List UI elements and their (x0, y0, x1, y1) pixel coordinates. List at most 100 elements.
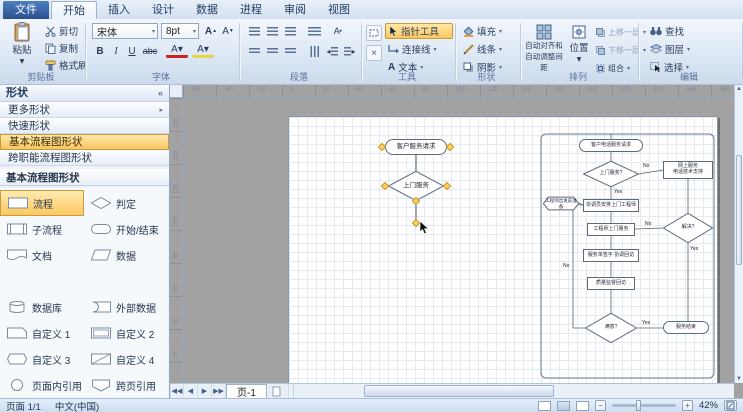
dropdown-caret-icon: ▾ (204, 44, 209, 55)
align-top-button[interactable] (246, 43, 262, 59)
tab-data[interactable]: 数据 (185, 1, 229, 19)
zoom-slider[interactable] (612, 404, 676, 407)
horizontal-scrollbar[interactable] (293, 384, 734, 398)
language-indicator[interactable]: 中文(中国) (55, 399, 99, 412)
last-page-button[interactable]: ▶▶ (212, 384, 226, 398)
page-indicator[interactable]: 页面 1/1 (6, 399, 41, 412)
shape-item-custom-3[interactable]: 自定义 3 (0, 346, 84, 372)
tab-process[interactable]: 进程 (229, 1, 273, 19)
shape-item-document[interactable]: 文档 (0, 242, 84, 268)
character-spacing-button[interactable]: A▸ (330, 23, 346, 39)
connection-point-button[interactable]: × (366, 45, 382, 61)
shape-item-decision[interactable]: 判定 (84, 190, 168, 216)
first-page-button[interactable]: ◀◀ (170, 384, 184, 398)
zoom-in-button[interactable]: + (682, 400, 693, 411)
shape-item-offpage-ref[interactable]: 跨页引用 (84, 372, 168, 398)
drawing-tools-button[interactable] (366, 25, 382, 41)
flowchart-node-signoff[interactable]: 服务单签字 协调回访 (583, 249, 639, 262)
shrink-font-button[interactable]: A▼ (220, 23, 236, 39)
strikethrough-button[interactable]: abc (140, 43, 160, 59)
stencil-cross-functional[interactable]: 跨职能流程图形状 (0, 150, 169, 166)
flowchart-node-dispatch[interactable]: 协调员安排上门工程师 (583, 199, 639, 212)
drawing-page[interactable]: 客户电话服务请求 上门服务? 网上服务 电话技术支持 协调员安排上门工程师 工程… (288, 116, 718, 383)
grow-font-button[interactable]: A▲ (203, 23, 219, 39)
connector-tool-button[interactable]: 连接线▾ (385, 41, 453, 57)
shape-item-database[interactable]: 数据库 (0, 294, 84, 320)
shape-item-custom-4[interactable]: 自定义 4 (84, 346, 168, 372)
decrease-indent-button[interactable]: ◂ (324, 43, 340, 59)
pointer-tool-button[interactable]: 指针工具 (385, 23, 453, 39)
shape-item-onpage-ref[interactable]: 页面内引用 (0, 372, 84, 398)
file-tab[interactable]: 文件 (3, 1, 49, 19)
tab-insert[interactable]: 插入 (97, 1, 141, 19)
shape-item-process[interactable]: 流程 (0, 190, 84, 216)
underline-button[interactable]: U (124, 43, 140, 59)
zoom-slider-thumb[interactable] (636, 400, 641, 411)
bullets-button[interactable] (306, 23, 322, 39)
shape-item-subprocess[interactable]: 子流程 (0, 216, 84, 242)
draft-node-request[interactable]: 客户服务请求 (385, 139, 447, 155)
tab-home[interactable]: 开始 (51, 1, 97, 19)
flowchart-node-end[interactable]: 服务结束 (663, 321, 709, 334)
flowchart-node-remote-support[interactable]: 网上服务 电话技术支持 (663, 161, 713, 179)
shape-item-external-data[interactable]: 外部数据 (84, 294, 168, 320)
align-center-button[interactable] (264, 23, 280, 39)
copy-button[interactable]: 复制 (42, 40, 81, 56)
layers-button[interactable]: 图层▾ (647, 41, 735, 57)
flowchart-node-start[interactable]: 客户电话服务请求 (579, 139, 643, 152)
align-bottom-button[interactable] (282, 43, 298, 59)
flowchart-node-quality[interactable]: 质量监督回访 (587, 277, 635, 290)
next-page-button[interactable]: ▶ (198, 384, 212, 398)
collapse-panel-icon[interactable]: « (158, 85, 163, 102)
insert-page-button[interactable] (267, 384, 289, 398)
horizontal-scroll-thumb[interactable] (364, 385, 554, 397)
tab-design[interactable]: 设计 (141, 1, 185, 19)
zoom-level[interactable]: 42% (699, 400, 718, 411)
vertical-scroll-thumb[interactable] (736, 155, 742, 265)
cut-button[interactable]: 剪切 (42, 23, 81, 39)
paragraph-group: A▸ ◂ ▸ 段落 (240, 19, 362, 84)
send-backward-button[interactable]: 下移一层▾ (593, 42, 637, 58)
page-viewport[interactable]: 客户电话服务请求 上门服务? 网上服务 电话技术支持 协调员安排上门工程师 工程… (183, 98, 734, 383)
fit-page-button[interactable] (724, 400, 737, 411)
previous-page-button[interactable]: ◀ (184, 384, 198, 398)
bring-forward-button[interactable]: 上移一层▾ (593, 24, 637, 40)
tab-review[interactable]: 审阅 (273, 1, 317, 19)
stencil-quick-shapes[interactable]: 快速形状 (0, 118, 169, 134)
scroll-up-icon[interactable]: ▲ (735, 86, 743, 92)
page-tab-1[interactable]: 页-1 (226, 384, 267, 398)
fullscreen-view-button[interactable] (557, 401, 570, 411)
bold-button[interactable]: B (92, 43, 108, 59)
font-name-combo[interactable]: 宋体▾ (92, 23, 158, 39)
shape-item-custom-2[interactable]: 自定义 2 (84, 320, 168, 346)
increase-indent-button[interactable]: ▸ (342, 43, 358, 59)
flowchart-node-onsite-decision[interactable]: 上门服务? (583, 161, 639, 187)
flowchart-node-prepare[interactable]: 工程师出发前准备 (543, 197, 579, 210)
expand-arrow-icon: ▸ (159, 103, 163, 118)
flowchart-node-resolved-decision[interactable]: 解决? (663, 213, 713, 243)
font-size-combo[interactable]: 8pt▾ (161, 23, 199, 39)
find-button[interactable]: 查找 (647, 23, 735, 39)
shape-item-start-end[interactable]: 开始/结束 (84, 216, 168, 242)
stencil-more-shapes[interactable]: 更多形状 ▸ (0, 102, 169, 118)
align-right-button[interactable] (282, 23, 298, 39)
scroll-down-icon[interactable]: ▼ (735, 376, 743, 382)
text-direction-button[interactable] (306, 43, 322, 59)
shape-item-data[interactable]: 数据 (84, 242, 168, 268)
fill-button[interactable]: 填充▾ (460, 23, 517, 39)
stencil-basic-flowchart[interactable]: 基本流程图形状 (0, 134, 169, 150)
print-preview-button[interactable] (576, 401, 589, 411)
align-left-button[interactable] (246, 23, 262, 39)
flowchart-node-onsite-service[interactable]: 工程师上门服务 (587, 223, 635, 236)
italic-button[interactable]: I (108, 43, 124, 59)
flowchart-node-satisfied-decision[interactable]: 满意? (585, 313, 637, 343)
highlight-color-button[interactable]: A▾ (192, 44, 214, 58)
tab-view[interactable]: 视图 (317, 1, 361, 19)
line-button[interactable]: 线条▾ (460, 41, 517, 57)
font-color-button[interactable]: A▾ (166, 44, 188, 58)
align-middle-button[interactable] (264, 43, 280, 59)
zoom-out-button[interactable]: − (595, 400, 606, 411)
shape-item-custom-1[interactable]: 自定义 1 (0, 320, 84, 346)
normal-view-button[interactable] (538, 401, 551, 411)
vertical-scrollbar[interactable]: ▲ ▼ (734, 85, 743, 383)
